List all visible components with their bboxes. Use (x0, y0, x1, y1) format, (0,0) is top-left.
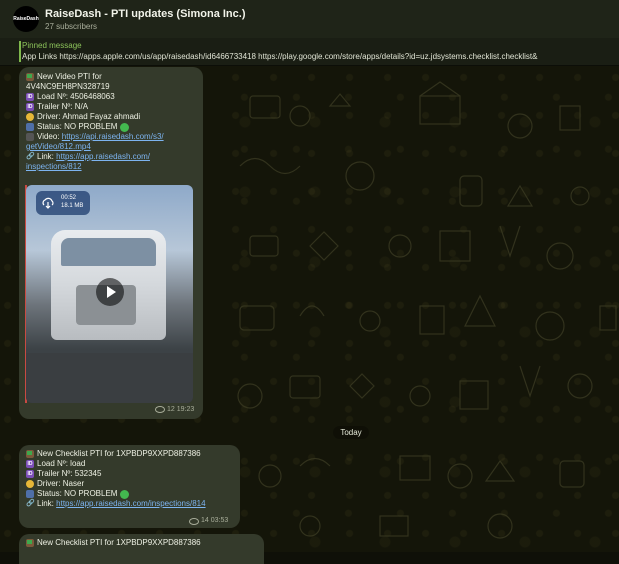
load-line: ID Load Nº: load (26, 459, 206, 469)
link-line: 🔗 Link: https://app.raisedash.com/ (26, 152, 164, 162)
video-ground (26, 353, 193, 403)
truck-windshield (61, 238, 156, 266)
id-icon: ID (26, 93, 34, 101)
channel-avatar[interactable]: RaiseDash (13, 6, 39, 32)
trailer-number: Trailer Nº: 532345 (37, 469, 102, 478)
vin-line: 4V4NC9EH8PN328719 (26, 82, 164, 92)
status-ok-icon (120, 122, 130, 132)
pinned-text[interactable]: App Links https://apps.apple.com/us/app/… (22, 52, 537, 61)
video-line: Video: https://api.raisedash.com/s3/ (26, 132, 164, 142)
trailer-line: ID Trailer Nº: 532345 (26, 469, 206, 479)
message-title: New Video PTI for (37, 72, 102, 81)
message-title-line: New Checklist PTI for 1XPBDP9XXPD887386 (26, 449, 206, 459)
person-icon (26, 490, 34, 498)
pinned-accent-bar (19, 41, 21, 62)
load-line: ID Load Nº: 4506468063 (26, 92, 164, 102)
video-label: Video: (37, 132, 60, 141)
message-title: New Checklist PTI for 1XPBDP9XXPD887386 (37, 538, 201, 547)
link-line: 🔗 Link: https://app.raisedash.com/inspec… (26, 499, 206, 509)
video-link[interactable]: https://api.raisedash.com/s3/ (62, 132, 164, 142)
driver-line: Driver: Naser (26, 479, 206, 489)
status-text: Status: NO PROBLEM (37, 489, 118, 498)
truck-icon (26, 73, 34, 81)
load-number: Load Nº: load (37, 459, 86, 468)
driver-face-icon (26, 480, 34, 488)
truck-icon (26, 450, 34, 458)
status-line: Status: NO PROBLEM (26, 122, 164, 132)
video-link-continued[interactable]: getVideo/812.mp4 (26, 142, 91, 152)
truck-icon (26, 539, 34, 547)
driver-face-icon (26, 113, 34, 121)
vin-number: 4V4NC9EH8PN328719 (26, 82, 110, 91)
status-text: Status: NO PROBLEM (37, 122, 118, 131)
link-label: Link: (37, 152, 54, 161)
views-eye-icon (189, 517, 199, 525)
person-icon (26, 123, 34, 131)
subscriber-count: 27 subscribers (45, 22, 98, 31)
inspection-link[interactable]: https://app.raisedash.com/inspections/81… (56, 499, 205, 509)
pinned-title: Pinned message (22, 41, 82, 50)
message-bubble-checklist-pti-partial[interactable]: New Checklist PTI for 1XPBDP9XXPD887386 (19, 534, 264, 564)
status-line: Status: NO PROBLEM (26, 489, 206, 499)
message-title-line: New Video PTI for (26, 72, 164, 82)
message-meta: 12 19:23 (155, 406, 194, 413)
video-camera-icon (26, 133, 34, 141)
inspection-link-continued[interactable]: inspections/812 (26, 162, 82, 172)
download-badge[interactable]: 00:52 18.1 MB (36, 191, 90, 215)
driver-name: Driver: Ahmad Fayaz ahmadi (37, 112, 141, 121)
message-time: 12 19:23 (167, 406, 195, 413)
video-size: 18.1 MB (61, 203, 84, 209)
cloud-download-icon (42, 197, 54, 209)
message-title: New Checklist PTI for 1XPBDP9XXPD887386 (37, 449, 201, 458)
trailer-line: ID Trailer Nº: N/A (26, 102, 164, 112)
message-title-line: New Checklist PTI for 1XPBDP9XXPD887386 (26, 538, 201, 548)
link-label: Link: (37, 499, 54, 508)
views-eye-icon (155, 406, 165, 413)
link-icon: 🔗 (26, 500, 35, 507)
inspection-link[interactable]: https://app.raisedash.com/ (56, 152, 150, 162)
driver-name: Driver: Naser (37, 479, 85, 488)
play-button[interactable] (96, 278, 124, 306)
message-time: 14 03:53 (201, 517, 229, 524)
date-divider: Today (333, 426, 369, 439)
video-line-2: getVideo/812.mp4 (26, 142, 164, 152)
message-bubble-checklist-pti[interactable]: New Checklist PTI for 1XPBDP9XXPD887386 … (19, 445, 240, 528)
link-icon: 🔗 (26, 153, 35, 160)
video-thumbnail[interactable]: 00:52 18.1 MB (26, 185, 193, 403)
link-line-2: inspections/812 (26, 162, 164, 172)
id-icon: ID (26, 103, 34, 111)
video-duration: 00:52 (61, 195, 77, 201)
status-ok-icon (120, 489, 130, 499)
channel-title[interactable]: RaiseDash - PTI updates (Simona Inc.) (45, 8, 246, 20)
id-icon: ID (26, 470, 34, 478)
trailer-number: Trailer Nº: N/A (37, 102, 89, 111)
id-icon: ID (26, 460, 34, 468)
message-meta: 14 03:53 (189, 516, 228, 526)
driver-line: Driver: Ahmad Fayaz ahmadi (26, 112, 164, 122)
load-number: Load Nº: 4506468063 (37, 92, 115, 101)
